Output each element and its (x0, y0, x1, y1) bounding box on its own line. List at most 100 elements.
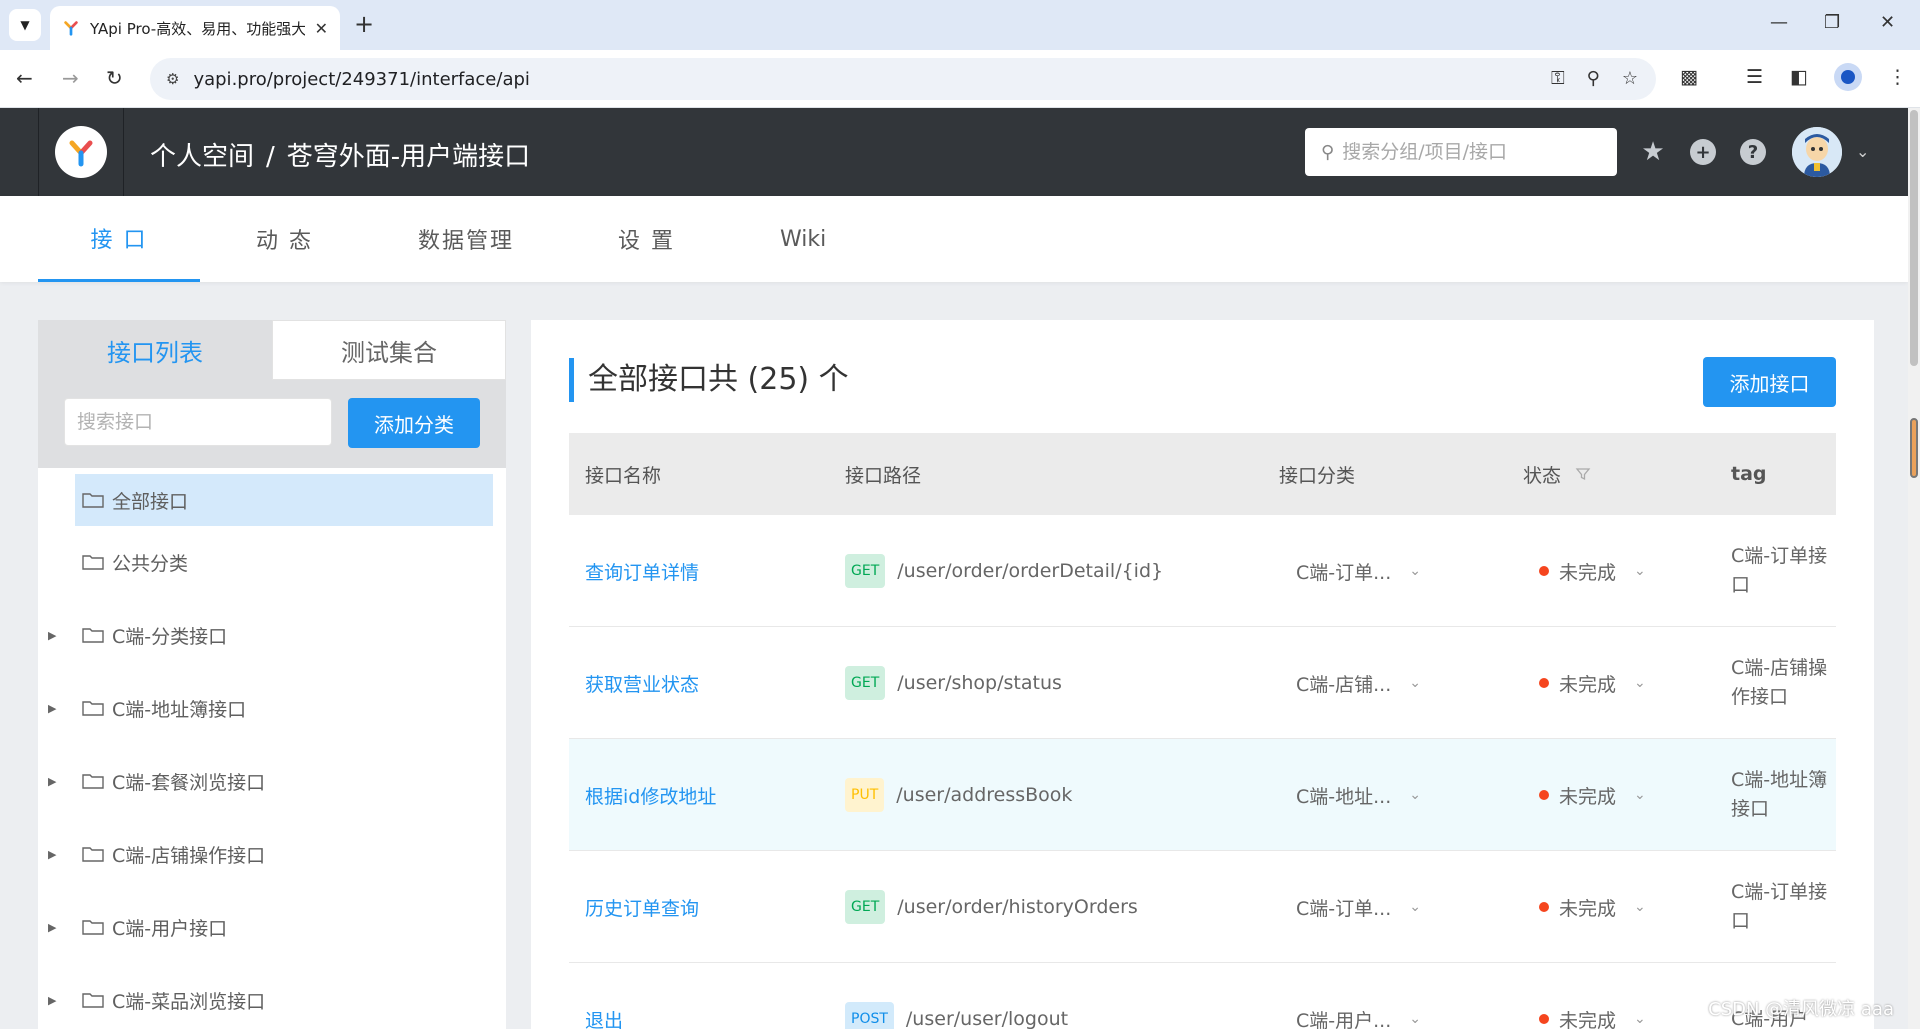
status-select[interactable]: 未完成 ⌄ (1539, 515, 1646, 627)
side-panel-icon[interactable]: ◧ (1790, 66, 1808, 88)
star-icon[interactable]: ★ (1640, 137, 1666, 167)
tree-item-user[interactable]: ▶ C端-用户接口 (38, 901, 506, 953)
page-title: 全部接口共 (25) 个 (569, 358, 849, 402)
forward-icon[interactable]: → (62, 66, 79, 90)
global-search-input[interactable] (1342, 141, 1583, 163)
sidebar-toolbar: 添加分类 (38, 380, 506, 468)
category-value: C端-订单... (1296, 897, 1392, 920)
tree-item-public[interactable]: 公共分类 (38, 536, 506, 588)
col-header-status: 状态 (1523, 433, 1591, 515)
breadcrumb-space[interactable]: 个人空间 (150, 142, 254, 172)
tab-settings[interactable]: 设 置 (618, 196, 675, 282)
global-search[interactable]: ⚲ (1305, 128, 1617, 176)
media-control-icon[interactable]: ☰ (1746, 66, 1763, 88)
tab-activity[interactable]: 动 态 (256, 196, 313, 282)
tree-item-shop[interactable]: ▶ C端-店铺操作接口 (38, 828, 506, 880)
window-close-icon[interactable]: ✕ (1880, 12, 1895, 33)
reload-icon[interactable]: ↻ (106, 66, 123, 90)
tab-close-icon[interactable]: ✕ (315, 19, 328, 38)
yapi-logo[interactable] (38, 108, 124, 196)
bookmark-star-icon[interactable]: ☆ (1622, 68, 1638, 89)
tree-item-label: C端-店铺操作接口 (112, 844, 266, 867)
category-select[interactable]: C端-地址... ⌄ (1296, 739, 1421, 851)
api-name-link[interactable]: 历史订单查询 (585, 894, 699, 921)
table-row: 查询订单详情 GET /user/order/orderDetail/{id} … (569, 515, 1836, 627)
extensions-icon[interactable]: ▩ (1680, 66, 1698, 88)
tree-item-setmeal[interactable]: ▶ C端-套餐浏览接口 (38, 755, 506, 807)
status-select[interactable]: 未完成 ⌄ (1539, 963, 1646, 1029)
chevron-down-icon: ⌄ (1409, 1011, 1421, 1027)
chevron-down-icon: ⌄ (1409, 675, 1421, 691)
api-name-link[interactable]: 查询订单详情 (585, 558, 699, 585)
tree-item-category[interactable]: ▶ C端-分类接口 (38, 609, 506, 661)
caret-right-icon[interactable]: ▶ (48, 702, 68, 715)
tab-interface[interactable]: 接 口 (38, 196, 200, 282)
api-name-link[interactable]: 退出 (585, 1006, 623, 1029)
site-info-icon[interactable]: ⚙ (166, 70, 179, 88)
password-key-icon[interactable]: ⚿ (1551, 68, 1565, 89)
minimize-icon[interactable]: — (1770, 12, 1788, 33)
tree-item-address[interactable]: ▶ C端-地址簿接口 (38, 682, 506, 734)
breadcrumb: 个人空间 / 苍穹外面-用户端接口 (150, 136, 530, 173)
help-icon[interactable]: ? (1740, 139, 1766, 165)
status-dot-icon (1539, 678, 1549, 688)
caret-right-icon[interactable]: ▶ (48, 629, 68, 642)
breadcrumb-separator: / (266, 142, 275, 172)
watermark: CSDN @清风微凉 aaa (1708, 999, 1894, 1020)
tab-interface-list[interactable]: 接口列表 (38, 320, 272, 380)
table-row: 获取营业状态 GET /user/shop/status C端-店铺... ⌄ … (569, 627, 1836, 739)
category-select[interactable]: C端-用户... ⌄ (1296, 963, 1421, 1029)
tab-data-management[interactable]: 数据管理 (418, 196, 514, 282)
page-scrollbar[interactable] (1908, 108, 1920, 1029)
new-tab-icon[interactable]: + (354, 12, 374, 36)
browser-tab[interactable]: YApi Pro-高效、易用、功能强大的 ✕ (50, 6, 340, 50)
status-value: 未完成 (1559, 561, 1617, 584)
scrollbar-thumb[interactable] (1910, 110, 1918, 366)
zoom-icon[interactable]: ⚲ (1587, 68, 1600, 89)
add-project-icon[interactable]: + (1690, 139, 1716, 165)
restore-icon[interactable]: ❐ (1824, 12, 1840, 33)
folder-icon (82, 774, 104, 789)
chevron-down-icon: ⌄ (1634, 675, 1646, 691)
caret-right-icon[interactable]: ▶ (48, 921, 68, 934)
back-icon[interactable]: ← (16, 66, 33, 90)
tree-item-label: 全部接口 (112, 490, 189, 513)
status-select[interactable]: 未完成 ⌄ (1539, 851, 1646, 963)
category-select[interactable]: C端-订单... ⌄ (1296, 515, 1421, 627)
api-name-link[interactable]: 获取营业状态 (585, 670, 699, 697)
status-select[interactable]: 未完成 ⌄ (1539, 627, 1646, 739)
method-badge: GET (845, 890, 886, 924)
avatar[interactable] (1792, 127, 1842, 177)
folder-icon (82, 993, 104, 1008)
browser-menu-icon[interactable]: ⋮ (1888, 66, 1907, 88)
interface-table: 接口名称 接口路径 接口分类 状态 tag 查询订单详情 GET /user/o… (569, 433, 1836, 1029)
api-path: /user/order/orderDetail/{id} (897, 560, 1164, 582)
category-select[interactable]: C端-店铺... ⌄ (1296, 627, 1421, 739)
profile-icon[interactable] (1834, 63, 1862, 91)
caret-right-icon[interactable]: ▶ (48, 994, 68, 1007)
add-category-button[interactable]: 添加分类 (348, 398, 480, 448)
category-select[interactable]: C端-订单... ⌄ (1296, 851, 1421, 963)
user-menu-chevron-down-icon[interactable]: ⌄ (1856, 142, 1869, 161)
breadcrumb-project[interactable]: 苍穹外面-用户端接口 (287, 142, 530, 172)
tree-item-all[interactable]: 全部接口 (38, 474, 506, 526)
method-badge: PUT (845, 778, 885, 812)
filter-icon[interactable] (1575, 466, 1591, 482)
add-api-button[interactable]: 添加接口 (1703, 357, 1836, 407)
col-header-path: 接口路径 (845, 464, 922, 487)
caret-right-icon[interactable]: ▶ (48, 775, 68, 788)
chevron-down-icon: ⌄ (1634, 1011, 1646, 1027)
table-row: 历史订单查询 GET /user/order/historyOrders C端-… (569, 851, 1836, 963)
url-text[interactable]: yapi.pro/project/249371/interface/api (193, 69, 529, 90)
address-bar[interactable]: ⚙ yapi.pro/project/249371/interface/api … (150, 58, 1656, 100)
tree-item-dish[interactable]: ▶ C端-菜品浏览接口 (38, 974, 506, 1026)
status-value: 未完成 (1559, 785, 1617, 808)
status-select[interactable]: 未完成 ⌄ (1539, 739, 1646, 851)
tab-search-button[interactable]: ▼ (9, 9, 41, 41)
interface-search-input[interactable] (64, 398, 332, 446)
tab-test-collection[interactable]: 测试集合 (272, 320, 506, 380)
caret-right-icon[interactable]: ▶ (48, 848, 68, 861)
tab-wiki[interactable]: Wiki (780, 196, 826, 282)
api-name-link[interactable]: 根据id修改地址 (585, 782, 716, 809)
side-scroll-handle[interactable] (1910, 418, 1918, 478)
